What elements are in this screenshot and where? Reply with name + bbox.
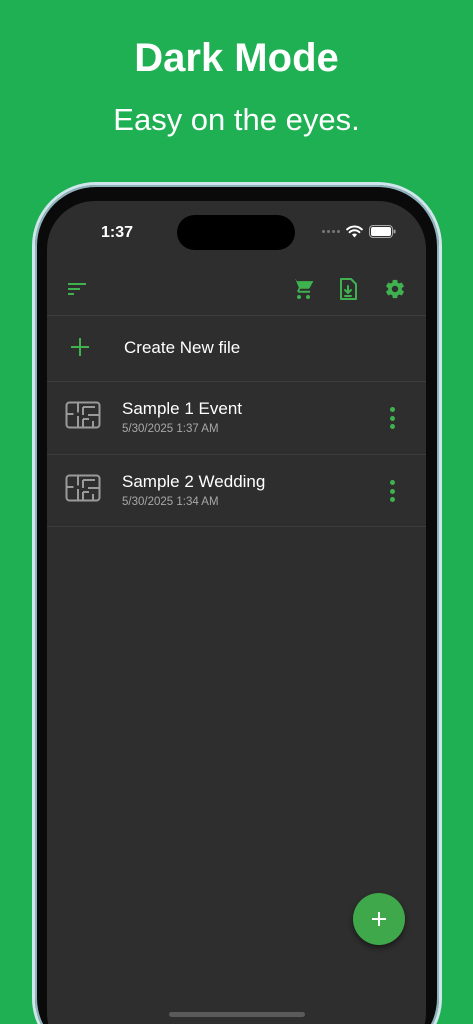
toolbar <box>47 269 426 317</box>
more-options-icon[interactable] <box>386 404 398 432</box>
sort-icon[interactable] <box>63 275 91 303</box>
battery-icon <box>369 225 396 238</box>
cart-icon[interactable] <box>289 275 317 303</box>
divider <box>47 526 426 527</box>
plus-icon <box>71 338 89 356</box>
floor-plan-icon <box>65 401 101 429</box>
plus-icon <box>372 912 386 926</box>
gear-icon[interactable] <box>381 275 409 303</box>
create-new-file-button[interactable]: Create New file <box>47 316 426 381</box>
file-list-item[interactable]: Sample 1 Event 5/30/2025 1:37 AM <box>47 382 426 454</box>
create-new-file-label: Create New file <box>124 338 241 357</box>
file-list-item[interactable]: Sample 2 Wedding 5/30/2025 1:34 AM <box>47 455 426 527</box>
add-file-fab-button[interactable] <box>353 893 405 945</box>
floor-plan-icon <box>65 474 101 502</box>
import-file-icon[interactable] <box>334 275 362 303</box>
wifi-icon <box>346 225 363 238</box>
more-options-icon[interactable] <box>386 477 398 505</box>
app-screen: 1:37 Create New file Sample 1 Event 5/30… <box>47 201 426 1024</box>
status-indicators <box>322 225 396 238</box>
signal-icon <box>322 230 340 233</box>
file-date: 5/30/2025 1:37 AM <box>122 423 219 435</box>
dynamic-island <box>177 215 295 250</box>
file-name: Sample 1 Event <box>122 399 243 418</box>
file-name: Sample 2 Wedding <box>122 472 266 491</box>
home-indicator[interactable] <box>169 1012 305 1017</box>
file-date: 5/30/2025 1:34 AM <box>122 496 219 508</box>
promo-title: Dark Mode <box>134 36 339 80</box>
promo-subtitle: Easy on the eyes. <box>113 102 360 137</box>
status-bar: 1:37 <box>47 201 426 261</box>
status-time: 1:37 <box>101 224 134 241</box>
